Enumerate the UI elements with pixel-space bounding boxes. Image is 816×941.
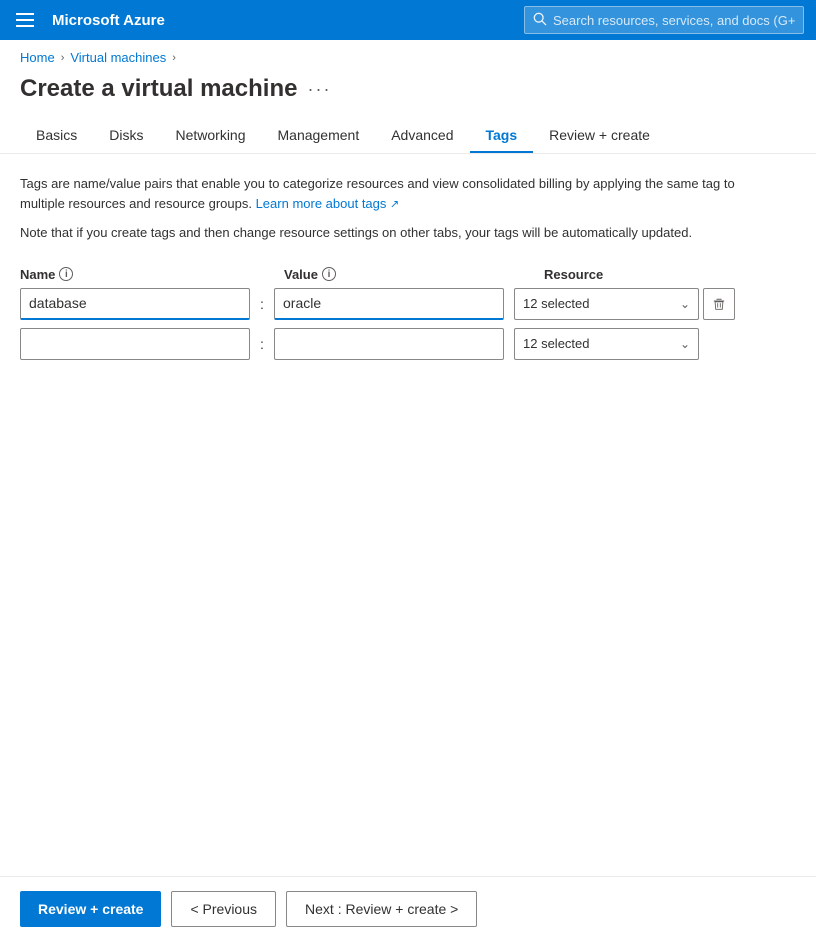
tab-networking[interactable]: Networking — [159, 119, 261, 153]
tab-advanced[interactable]: Advanced — [375, 119, 469, 153]
topbar: Microsoft Azure — [0, 0, 816, 40]
tag-resource-dropdown-1[interactable]: 12 selected ⌄ — [514, 288, 699, 320]
tag-separator-1: : — [250, 296, 274, 312]
page-title-area: Create a virtual machine ··· — [0, 71, 816, 119]
tag-value-input-1[interactable] — [274, 288, 504, 320]
global-search-box[interactable] — [524, 6, 804, 34]
tag-name-input-2[interactable] — [20, 328, 250, 360]
value-info-icon[interactable]: i — [322, 267, 336, 281]
tab-management[interactable]: Management — [262, 119, 376, 153]
footer: Review + create < Previous Next : Review… — [0, 876, 816, 941]
tag-delete-button-1[interactable] — [703, 288, 735, 320]
review-create-button[interactable]: Review + create — [20, 891, 161, 927]
app-title: Microsoft Azure — [52, 12, 165, 29]
tag-resource-value-1: 12 selected — [523, 296, 590, 311]
tag-name-input-1[interactable] — [20, 288, 250, 320]
breadcrumb: Home › Virtual machines › — [0, 40, 816, 71]
breadcrumb-separator-2: › — [172, 52, 176, 64]
breadcrumb-home-link[interactable]: Home — [20, 50, 55, 65]
hamburger-menu-button[interactable] — [12, 9, 38, 31]
breadcrumb-separator-1: › — [61, 52, 65, 64]
name-info-icon[interactable]: i — [59, 267, 73, 281]
tag-resource-dropdown-2[interactable]: 12 selected ⌄ — [514, 328, 699, 360]
search-icon — [533, 12, 547, 29]
next-review-create-button[interactable]: Next : Review + create > — [286, 891, 477, 927]
tags-description: Tags are name/value pairs that enable yo… — [20, 174, 740, 213]
search-input[interactable] — [553, 13, 795, 28]
tag-resource-value-2: 12 selected — [523, 336, 590, 351]
name-column-header: Name — [20, 267, 55, 282]
tag-separator-2: : — [250, 336, 274, 352]
main-content: Tags are name/value pairs that enable yo… — [0, 154, 816, 871]
tab-navigation: Basics Disks Networking Management Advan… — [0, 119, 816, 154]
breadcrumb-vms-link[interactable]: Virtual machines — [70, 50, 166, 65]
tags-table-header: Name i Value i Resource — [20, 267, 796, 282]
tag-value-input-2[interactable] — [274, 328, 504, 360]
tags-note: Note that if you create tags and then ch… — [20, 223, 740, 243]
chevron-down-icon: ⌄ — [680, 297, 690, 311]
learn-more-link[interactable]: Learn more about tags ↗ — [256, 196, 400, 211]
tab-tags[interactable]: Tags — [470, 119, 534, 153]
chevron-down-icon-2: ⌄ — [680, 337, 690, 351]
page-title-more-options[interactable]: ··· — [307, 79, 331, 100]
tab-disks[interactable]: Disks — [93, 119, 159, 153]
value-column-header: Value — [284, 267, 318, 282]
previous-button[interactable]: < Previous — [171, 891, 276, 927]
resource-column-header: Resource — [544, 267, 603, 282]
page-title: Create a virtual machine — [20, 75, 297, 103]
trash-icon — [712, 297, 726, 311]
external-link-icon: ↗ — [390, 198, 399, 210]
tab-review-create[interactable]: Review + create — [533, 119, 666, 153]
table-row: : 12 selected ⌄ — [20, 328, 796, 360]
tab-basics[interactable]: Basics — [20, 119, 93, 153]
table-row: : 12 selected ⌄ — [20, 288, 796, 320]
